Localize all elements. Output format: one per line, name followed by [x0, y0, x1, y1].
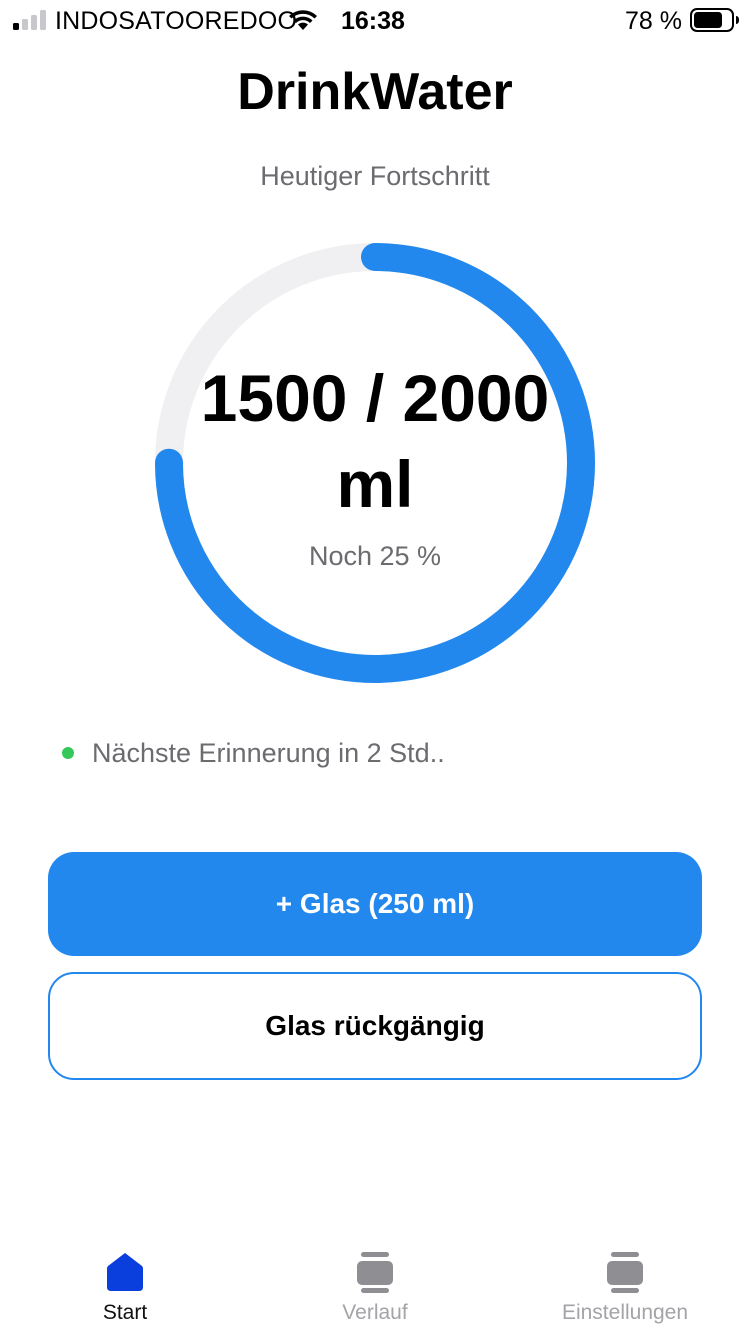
- progress-remaining: Noch 25 %: [308, 541, 442, 571]
- status-dot-icon: [62, 747, 74, 759]
- status-bar: INDOSATOOREDOO 16:38 78 %: [0, 0, 750, 40]
- status-time: 16:38: [341, 7, 405, 35]
- carrier-name: INDOSATOOREDOO: [55, 7, 298, 35]
- app-title: DrinkWater: [237, 63, 513, 121]
- tab-label-start: Start: [102, 1301, 148, 1324]
- progress-amount: 1500 / 2000 ml: [155, 355, 595, 527]
- home-icon: [107, 1253, 143, 1291]
- tab-label-settings: Einstellungen: [561, 1301, 689, 1324]
- reminder-status: Nächste Erinnerung in 2 Std..: [62, 734, 445, 772]
- progress-amount-unit: ml: [336, 447, 414, 521]
- wifi-icon: [289, 10, 317, 30]
- settings-icon: [607, 1252, 643, 1293]
- reminder-text: Nächste Erinnerung in 2 Std..: [92, 738, 445, 768]
- tab-settings[interactable]: Einstellungen: [500, 1236, 750, 1334]
- signal-icon: [13, 10, 46, 30]
- tab-bar: Start Verlauf Einstellungen: [0, 1236, 750, 1334]
- tab-history[interactable]: Verlauf: [250, 1236, 500, 1334]
- battery-icon: [690, 8, 739, 32]
- add-glass-button[interactable]: + Glas (250 ml): [48, 852, 702, 956]
- tab-start[interactable]: Start: [0, 1236, 250, 1334]
- battery-percentage: 78 %: [625, 7, 682, 35]
- history-icon: [357, 1252, 393, 1293]
- progress-amount-value: 1500 / 2000: [200, 361, 550, 435]
- progress-subtitle: Heutiger Fortschritt: [260, 161, 490, 191]
- undo-glass-button[interactable]: Glas rückgängig: [48, 972, 702, 1080]
- tab-label-history: Verlauf: [342, 1301, 408, 1324]
